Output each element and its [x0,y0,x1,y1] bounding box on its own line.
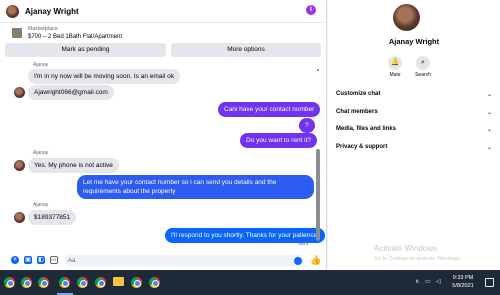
chat-pane: Ajanay Wright i Marketplace $700 – 2 Bed… [0,0,327,270]
incoming-message[interactable]: I'm in ny now will be moving soon. Is an… [28,69,180,84]
message-list: Ajanay I'm in ny now will be moving soon… [0,60,327,250]
chevron-down-icon: ⌄ [486,92,492,98]
chevron-up-icon[interactable]: ∧ [415,278,419,285]
file-explorer-icon[interactable] [113,277,124,286]
listing-title: $700 – 2 Bed 1Bath Flat/Apartment [28,34,123,40]
sender-avatar[interactable] [14,87,25,98]
sender-avatar[interactable] [14,160,25,171]
activation-watermark-title: Activate Windows [374,244,438,253]
marketplace-listing[interactable]: Marketplace $700 – 2 Bed 1Bath Flat/Apar… [0,22,327,43]
outgoing-message[interactable]: Let me have your contact number so i can… [77,175,314,199]
chevron-down-icon: ⌄ [486,127,492,133]
chrome-icon[interactable] [4,277,15,288]
sticker-icon[interactable]: ◧ [37,256,45,264]
marketplace-label: Marketplace [28,26,58,32]
conversation-info-panel: Ajanay Wright 🔔 ⌕ Mute Search Customize … [328,0,500,270]
plus-icon[interactable]: + [11,256,19,264]
section-label: Chat members [336,109,378,115]
sent-status: Sent [298,241,309,247]
search-label: Search [415,72,431,78]
clock-time[interactable]: 9:33 PM [448,275,478,281]
chrome-icon[interactable] [131,277,142,288]
chrome-icon[interactable] [95,277,106,288]
listing-actions: Mark as pending More options [0,43,327,60]
composer: + ▣ ◧ GIF 👍 [0,252,327,270]
info-icon[interactable]: i [306,5,316,15]
profile-avatar[interactable] [393,4,420,31]
section-privacy-support[interactable]: Privacy & support ⌄ [336,144,492,151]
network-icon[interactable]: ▭ [425,278,431,285]
outgoing-message[interactable]: ? [299,118,315,133]
outgoing-message[interactable]: Cani have your contact number [218,102,321,117]
volume-icon[interactable]: ◁ [436,278,441,285]
emoji-icon[interactable] [294,257,302,265]
section-label: Customize chat [336,91,381,97]
taskbar: ∧ ▭ ◁ 9:33 PM 5/8/2021 [0,270,500,295]
incoming-message[interactable]: Ajawright066@gmail.com [28,85,114,100]
outgoing-message[interactable]: Do you want to rent it? [240,133,318,148]
section-label: Privacy & support [336,144,388,150]
like-icon[interactable]: 👍 [310,255,321,266]
incoming-message[interactable]: Yes. My phone is not active [28,158,119,173]
listing-thumbnail [12,28,22,38]
message-input[interactable] [64,255,304,266]
chrome-icon[interactable] [77,277,88,288]
screen: Ajanay Wright i Marketplace $700 – 2 Bed… [0,0,500,295]
more-options-button[interactable]: More options [171,43,321,57]
contact-avatar[interactable] [6,4,19,18]
chevron-down-icon: ⌄ [486,110,492,116]
search-icon[interactable]: ⌕ [416,56,430,70]
section-media-files-links[interactable]: Media, files and links ⌄ [336,126,492,133]
bell-icon[interactable]: 🔔 [388,56,402,70]
chrome-icon[interactable] [149,277,160,288]
mark-pending-button[interactable]: Mark as pending [5,43,166,57]
chrome-icon[interactable] [38,277,49,288]
sender-name: Ajanay [33,150,49,156]
image-icon[interactable]: ▣ [24,256,32,264]
section-label: Media, files and links [336,126,397,132]
sender-avatar[interactable] [14,212,25,223]
profile-name: Ajanay Wright [388,37,440,46]
chat-header: Ajanay Wright i [0,0,327,22]
contact-name[interactable]: Ajanay Wright [25,7,79,16]
sender-name: Ajanay [33,62,49,68]
chrome-icon[interactable] [21,277,32,288]
activation-watermark-subtitle: Go to Settings to activate Windows. [374,256,461,262]
clock-date[interactable]: 5/8/2021 [448,283,478,289]
scroll-up-icon[interactable]: ▲ [316,67,320,72]
notification-icon[interactable] [485,278,494,287]
scrollbar[interactable]: ▲ [316,67,320,247]
chrome-icon[interactable] [59,277,70,288]
chevron-down-icon: ⌄ [486,145,492,151]
sender-name: Ajanay [33,202,49,208]
gif-icon[interactable]: GIF [50,256,58,264]
scroll-thumb[interactable] [316,149,320,241]
section-chat-members[interactable]: Chat members ⌄ [336,109,492,116]
section-customize-chat[interactable]: Customize chat ⌄ [336,91,492,98]
incoming-message[interactable]: $189377851 [28,210,77,225]
